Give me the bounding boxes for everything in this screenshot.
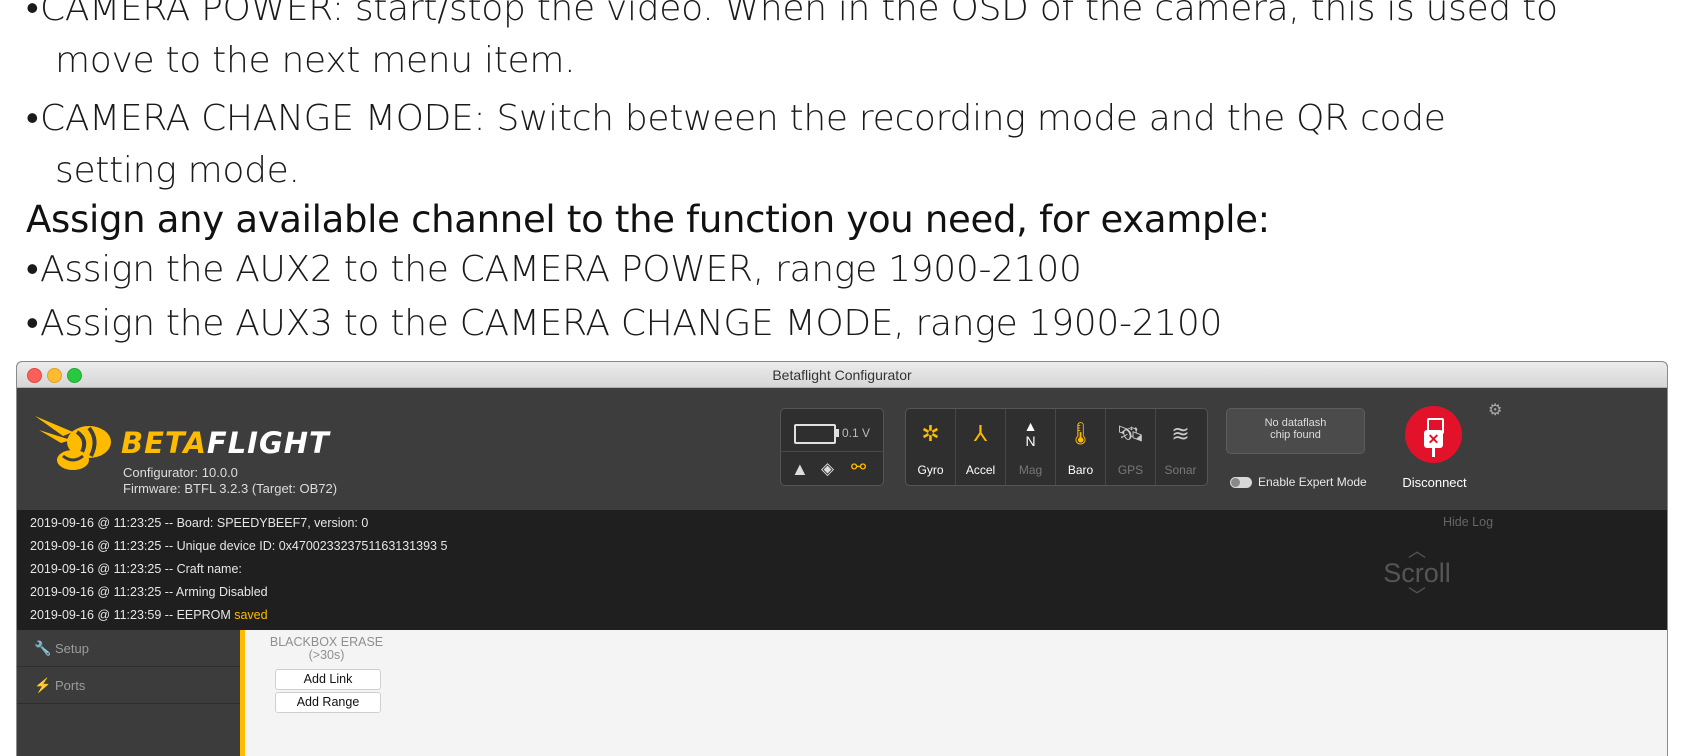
scroll-indicator[interactable]: ︿ Scroll ﹀ bbox=[1367, 541, 1467, 606]
sensor-gps: 🛰 GPS bbox=[1106, 409, 1156, 485]
expert-mode-toggle[interactable]: Enable Expert Mode bbox=[1230, 475, 1367, 489]
mag-icon: ▲ N bbox=[1023, 418, 1038, 449]
hide-log-link[interactable]: Hide Log bbox=[1443, 515, 1493, 529]
sensor-status-panel: ✲ Gyro ⅄ Accel ▲ N Mag 🌡 Baro 🛰 GPS ≋ Son bbox=[905, 408, 1208, 486]
dataflash-status: No dataflash chip found bbox=[1226, 408, 1365, 454]
tab-ports[interactable]: ⚡ Ports bbox=[17, 667, 240, 704]
chevron-down-icon: ﹀ bbox=[1408, 586, 1426, 606]
warning-icon: ▲ bbox=[791, 459, 809, 479]
configurator-version: Configurator: 10.0.0 bbox=[123, 465, 238, 480]
battery-status-panel: 0.1 V ▲ ◈ ⚯ bbox=[780, 408, 884, 486]
disconnect-label[interactable]: Disconnect bbox=[1397, 475, 1472, 490]
plug-icon: ⚡ bbox=[34, 677, 52, 693]
sensor-baro: 🌡 Baro bbox=[1056, 409, 1106, 485]
battery-voltage: 0.1 V bbox=[842, 426, 871, 440]
sensor-gyro: ✲ Gyro bbox=[906, 409, 956, 485]
add-link-button[interactable]: Add Link bbox=[275, 669, 381, 690]
sensor-accel: ⅄ Accel bbox=[956, 409, 1006, 485]
bullet-aux3: •Assign the AUX3 to the CAMERA CHANGE MO… bbox=[26, 303, 1223, 344]
window-title: Betaflight Configurator bbox=[772, 367, 912, 383]
bullet-aux2: •Assign the AUX2 to the CAMERA POWER, ra… bbox=[26, 249, 1082, 290]
modes-pane: BLACKBOX ERASE (>30s) Add Link Add Range bbox=[245, 630, 1667, 756]
failsafe-icon: ◈ bbox=[821, 459, 835, 478]
baro-icon: 🌡 bbox=[1066, 421, 1095, 446]
log-entry: 2019-09-16 @ 11:23:59 -- EEPROM saved bbox=[30, 608, 268, 622]
bullet-camera-power-cont: move to the next menu item. bbox=[55, 40, 576, 81]
bee-logo-icon bbox=[35, 416, 111, 470]
disconnect-button[interactable]: ✕ bbox=[1405, 406, 1462, 463]
log-entry: 2019-09-16 @ 11:23:25 -- Arming Disabled bbox=[30, 585, 268, 599]
toggle-switch[interactable] bbox=[1230, 477, 1252, 489]
configurator-window: Betaflight Configurator BETAFLIGHT Confi… bbox=[16, 361, 1668, 756]
firmware-version: Firmware: BTFL 3.2.3 (Target: OB72) bbox=[123, 481, 338, 496]
bullet-camera-power: •CAMERA POWER: start/stop the video. Whe… bbox=[26, 0, 1558, 29]
betaflight-logo: BETAFLIGHT bbox=[121, 426, 330, 460]
log-entry: 2019-09-16 @ 11:23:25 -- Unique device I… bbox=[30, 539, 448, 553]
gear-icon[interactable]: ⚙ bbox=[1488, 400, 1502, 420]
app-header: BETAFLIGHT Configurator: 10.0.0 Firmware… bbox=[17, 388, 1667, 510]
chevron-up-icon: ︿ bbox=[1408, 541, 1426, 561]
link-icon: ⚯ bbox=[851, 457, 867, 477]
gyro-icon: ✲ bbox=[921, 421, 940, 446]
battery-icon bbox=[794, 424, 836, 444]
usb-x-icon: ✕ bbox=[1424, 430, 1443, 448]
gps-icon: 🛰 bbox=[1116, 421, 1145, 446]
sensor-mag: ▲ N Mag bbox=[1006, 409, 1056, 485]
title-bar: Betaflight Configurator bbox=[17, 362, 1667, 388]
sonar-icon: ≋ bbox=[1171, 421, 1190, 446]
accel-icon: ⅄ bbox=[973, 421, 988, 446]
mode-name: BLACKBOX ERASE (>30s) bbox=[269, 635, 384, 662]
wrench-icon: 🔧 bbox=[34, 640, 52, 656]
sensor-sonar: ≋ Sonar bbox=[1156, 409, 1205, 485]
bullet-camera-change-mode: •CAMERA CHANGE MODE: Switch between the … bbox=[26, 98, 1446, 139]
log-entry: 2019-09-16 @ 11:23:25 -- Board: SPEEDYBE… bbox=[30, 516, 369, 530]
sidebar-tabs: 🔧 Setup ⚡ Ports bbox=[17, 630, 240, 756]
bullet-camera-change-mode-cont: setting mode. bbox=[55, 150, 300, 191]
add-range-button[interactable]: Add Range bbox=[275, 692, 381, 713]
log-entry: 2019-09-16 @ 11:23:25 -- Craft name: bbox=[30, 562, 242, 576]
log-panel: 2019-09-16 @ 11:23:25 -- Board: SPEEDYBE… bbox=[17, 510, 1667, 630]
section-heading: Assign any available channel to the func… bbox=[26, 198, 1270, 241]
tab-setup[interactable]: 🔧 Setup bbox=[17, 630, 240, 667]
